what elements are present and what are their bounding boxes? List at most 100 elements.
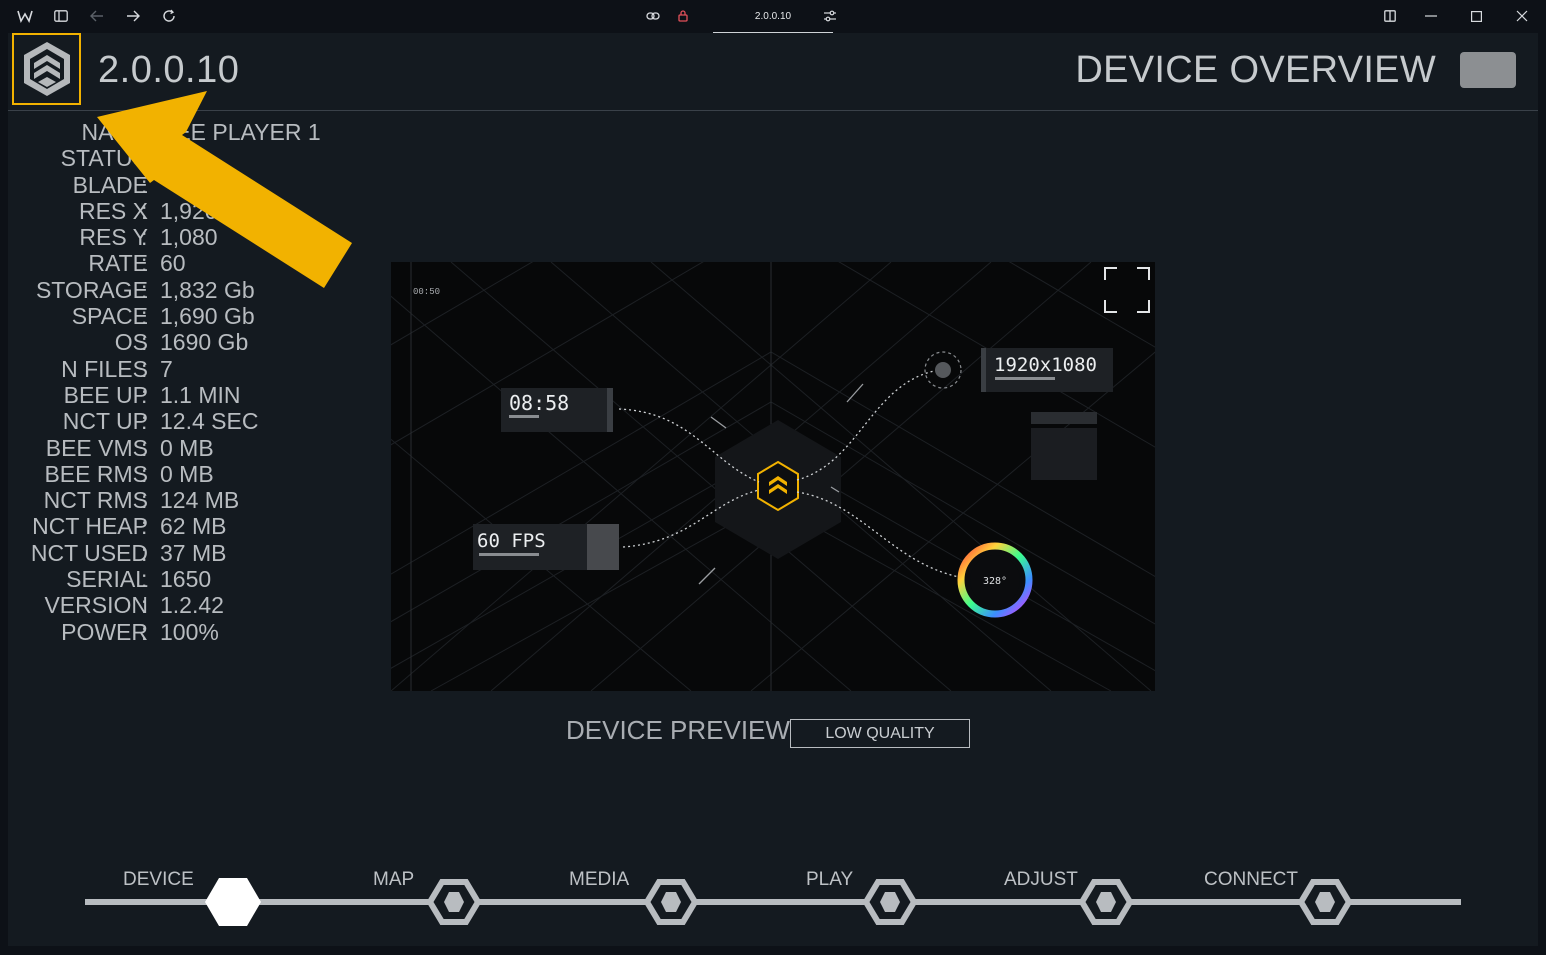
info-value: 62 MB: [160, 513, 227, 540]
svg-text:00:50: 00:50: [413, 287, 440, 297]
info-value: 1,832 Gb: [160, 276, 255, 303]
info-key: RES X: [78, 197, 148, 224]
info-row: BEE VMS:0 MB: [8, 435, 368, 461]
nav-hex-media[interactable]: [639, 873, 703, 931]
app-logo[interactable]: [12, 33, 81, 105]
info-row: NCT UP:12.4 SEC: [8, 408, 368, 434]
nav-hex-map[interactable]: [422, 873, 486, 931]
info-row: BLADE:: [8, 172, 368, 198]
info-value: 37 MB: [160, 539, 227, 566]
nav-hex-adjust[interactable]: [1074, 873, 1138, 931]
info-value: 1.1 MIN: [160, 381, 241, 408]
info-key: BLADE: [72, 171, 148, 198]
menu-toggle-button[interactable]: [1460, 52, 1516, 88]
back-icon[interactable]: [87, 6, 107, 26]
info-row: NCT HEAP:62 MB: [8, 513, 368, 539]
nav-label-play[interactable]: PLAY: [806, 869, 853, 891]
info-separator: :: [141, 329, 148, 356]
sidebar-toggle-icon[interactable]: [51, 6, 71, 26]
info-value: 1.2.42: [160, 592, 224, 619]
info-separator: :: [141, 592, 148, 619]
info-value: 1,690 Gb: [160, 303, 255, 330]
tab-settings-icon[interactable]: [820, 6, 840, 26]
nav-label-adjust[interactable]: ADJUST: [1004, 869, 1078, 891]
reload-icon[interactable]: [159, 6, 179, 26]
info-row: NCT RMS:124 MB: [8, 487, 368, 513]
info-row: N FILES:7: [8, 356, 368, 382]
info-key: BEE UP: [63, 381, 148, 408]
info-key: NCT UP: [62, 408, 148, 435]
fullscreen-icon: [1104, 267, 1150, 313]
nav-label-device[interactable]: DEVICE: [123, 869, 194, 891]
browser-toolbar: 2.0.0.10: [0, 0, 1546, 33]
device-info-list: NAME: BEE PLAYER 1 STATUS: BLADE: RES X:1,92…: [8, 119, 368, 645]
info-key: SPACE: [71, 303, 148, 330]
link-icon[interactable]: [643, 6, 663, 26]
info-row: NAME: BEE PLAYER 1: [8, 119, 368, 145]
info-key: N FILES: [61, 355, 148, 382]
info-value: BEE PLAYER 1: [160, 119, 321, 145]
nav-label-connect[interactable]: CONNECT: [1204, 869, 1298, 891]
info-separator: :: [141, 303, 148, 330]
nav-hex-device-active[interactable]: [201, 873, 265, 931]
info-separator: :: [141, 408, 148, 435]
header-divider: [8, 110, 1538, 111]
info-key: NCT RMS: [43, 487, 148, 514]
info-row: RATE:60: [8, 250, 368, 276]
device-preview-screen[interactable]: 00:50 08:58 60 FPS 1920x1080 328°: [391, 262, 1155, 691]
maximize-icon[interactable]: [1466, 6, 1486, 26]
nav-label-media[interactable]: MEDIA: [569, 869, 629, 891]
info-separator: :: [141, 513, 148, 540]
info-key: NCT USED: [30, 539, 148, 566]
info-separator: :: [141, 224, 148, 251]
info-key: VERSION: [44, 592, 148, 619]
preview-time: 08:58: [509, 391, 569, 415]
info-value: 12.4 SEC: [160, 408, 259, 435]
close-icon[interactable]: [1512, 6, 1532, 26]
info-row: STATUS:: [8, 145, 368, 171]
info-separator: :: [141, 381, 148, 408]
info-value: 1690 Gb: [160, 329, 249, 356]
info-row: VERSION:1.2.42: [8, 592, 368, 618]
preview-hue: 328°: [983, 576, 1007, 587]
info-value: 1650: [160, 566, 212, 593]
browser-logo-icon[interactable]: [15, 6, 35, 26]
info-separator: :: [141, 539, 148, 566]
info-row: RES Y:1,080: [8, 224, 368, 250]
forward-icon[interactable]: [123, 6, 143, 26]
nav-track: [85, 899, 1461, 905]
info-key: BEE VMS: [45, 434, 148, 461]
minimize-icon[interactable]: [1421, 6, 1441, 26]
preview-fps: 60 FPS: [477, 530, 546, 552]
insecure-lock-icon[interactable]: [673, 6, 693, 26]
info-value: 100%: [160, 618, 219, 645]
nav-label-map[interactable]: MAP: [373, 869, 414, 891]
app-version: 2.0.0.10: [98, 49, 240, 91]
info-key: SERIAL: [66, 566, 148, 593]
page-title: DEVICE OVERVIEW: [1075, 49, 1436, 91]
info-separator: :: [141, 250, 148, 277]
info-row: BEE UP:1.1 MIN: [8, 382, 368, 408]
info-value: 0 MB: [160, 460, 214, 487]
info-separator: :: [141, 434, 148, 461]
info-separator: :: [141, 197, 148, 224]
info-row: RES X:1,920: [8, 198, 368, 224]
nav-hex-connect[interactable]: [1293, 873, 1357, 931]
nav-hex-play[interactable]: [858, 873, 922, 931]
info-row: BEE RMS:0 MB: [8, 461, 368, 487]
info-value: 0 MB: [160, 434, 214, 461]
info-key: STATUS: [60, 145, 148, 172]
info-key: POWER: [61, 618, 148, 645]
shield-logo-icon: [23, 42, 70, 96]
info-row: POWER:100%: [8, 619, 368, 645]
info-row: SERIAL:1650: [8, 566, 368, 592]
app-window: 2.0.0.10 DEVICE OVERVIEW NAME: BEE PLAYER…: [8, 33, 1538, 946]
info-separator: :: [141, 487, 148, 514]
info-value: 60: [160, 250, 186, 277]
info-value: 7: [160, 355, 173, 382]
low-quality-button[interactable]: LOW QUALITY: [790, 719, 970, 748]
split-view-icon[interactable]: [1380, 6, 1400, 26]
info-key: RES Y: [79, 224, 148, 251]
browser-tab[interactable]: 2.0.0.10: [713, 0, 833, 33]
info-key: STORAGE: [35, 276, 148, 303]
